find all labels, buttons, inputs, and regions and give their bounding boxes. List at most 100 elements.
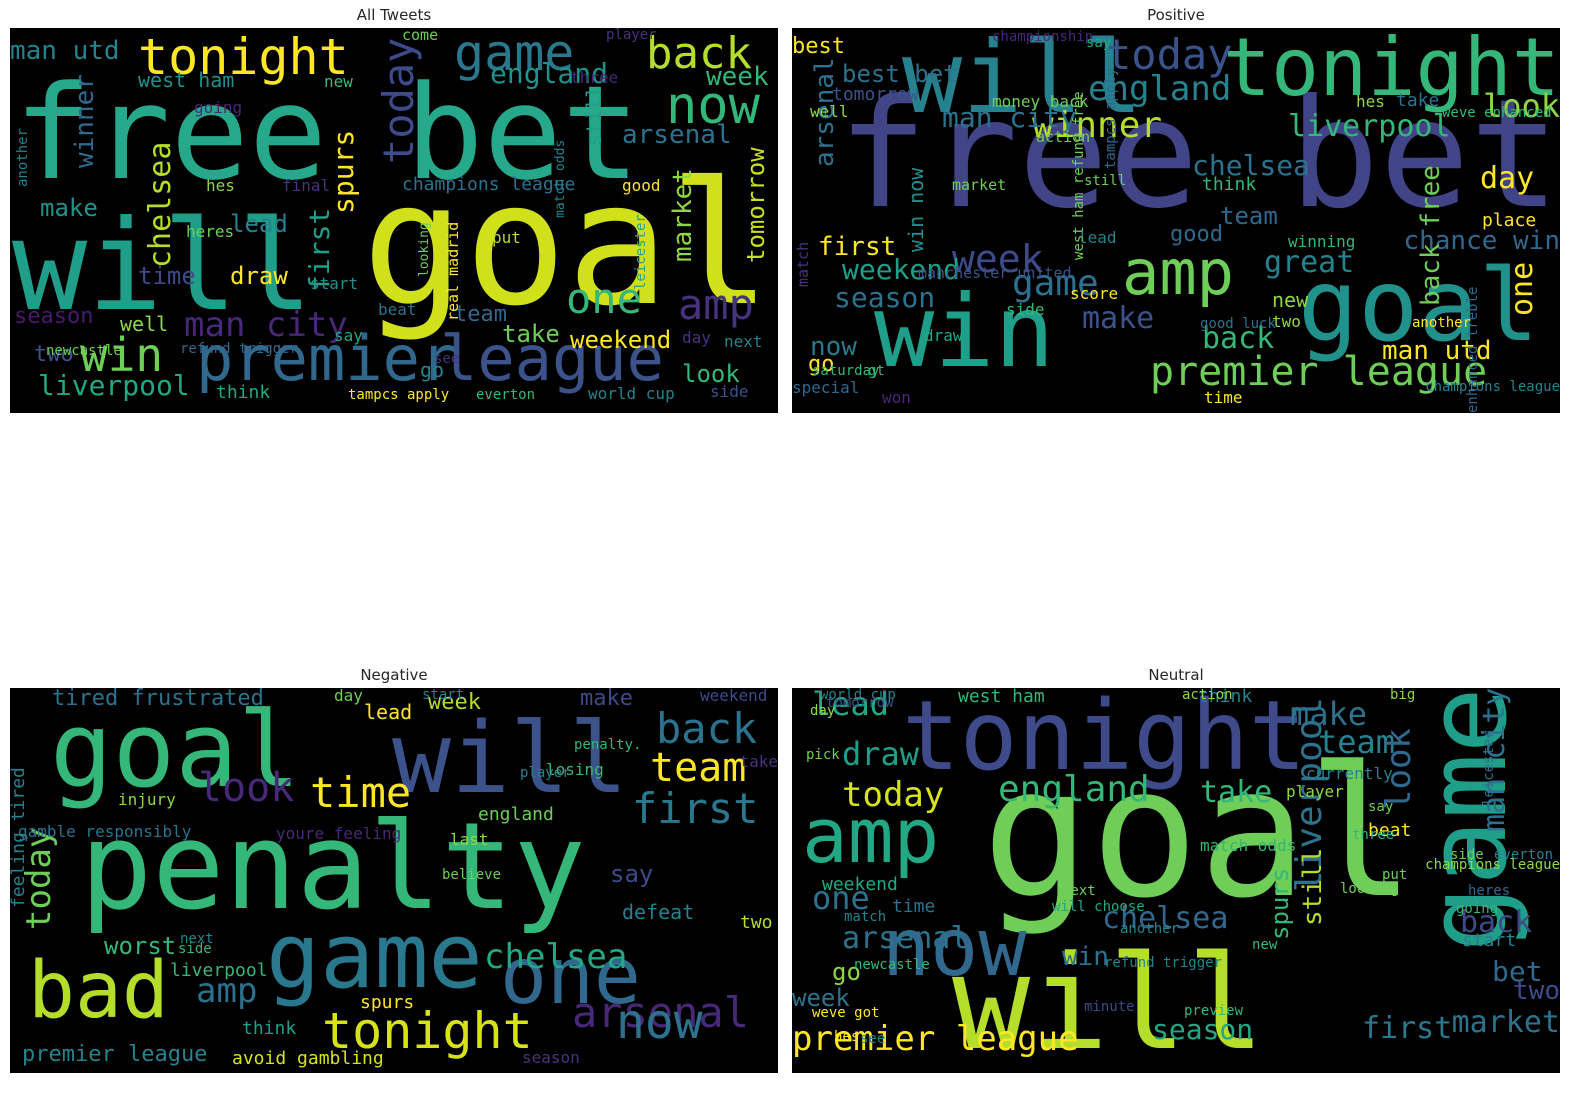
word-cloud-term: premier league — [22, 1042, 208, 1067]
word-cloud-term: market — [1451, 1005, 1560, 1040]
word-cloud: free bet win will tonight goal amp premier lea… — [792, 28, 1560, 413]
word-cloud-term: winning — [1288, 232, 1356, 251]
word-cloud-term: believe — [442, 867, 502, 883]
word-cloud-term: looking — [417, 221, 432, 277]
word-cloud-term: say — [334, 326, 363, 345]
word-cloud-term: liverpool — [170, 960, 268, 981]
panel-title: Negative — [360, 666, 428, 684]
panel-positive: Positive free bet win will tonight goal amp pr… — [792, 0, 1560, 420]
word-cloud-term: man utd — [10, 36, 120, 66]
word-cloud-term: championship — [992, 29, 1094, 45]
word-cloud-term: another — [1120, 921, 1180, 937]
word-cloud-term: new — [324, 72, 353, 91]
word-cloud-term: season — [14, 304, 94, 329]
word-cloud-term: best — [792, 34, 845, 59]
word-cloud-term: everton — [476, 387, 536, 403]
word-cloud-term: day — [1480, 161, 1535, 196]
word-cloud-term: world cup — [820, 688, 896, 703]
word-cloud-term: player — [520, 765, 571, 781]
word-cloud-term: saturday — [812, 363, 880, 379]
word-cloud-term: still — [582, 85, 606, 146]
word-cloud-term: tomorrow — [742, 147, 770, 264]
word-cloud-term: final — [282, 176, 331, 195]
word-cloud-term: next — [724, 332, 763, 351]
word-cloud-term: worst — [104, 932, 177, 960]
word-cloud-term: well — [120, 312, 169, 336]
word-cloud-term: looking — [1340, 881, 1400, 897]
word-cloud-term: newcastle — [46, 343, 122, 359]
word-cloud-term: big — [1390, 688, 1416, 703]
word-cloud-term: weekend — [570, 326, 672, 354]
word-cloud-term: say — [1368, 799, 1394, 815]
word-cloud-term: minute — [1084, 999, 1135, 1015]
word-cloud-term: week — [706, 62, 769, 92]
word-cloud-term: time — [138, 262, 196, 290]
word-cloud-term: bad — [28, 946, 169, 1036]
word-cloud-term: weve enhanced — [1442, 105, 1552, 121]
word-cloud-term: time — [892, 896, 936, 917]
word-cloud-term: west ham refund free — [1071, 91, 1087, 260]
word-cloud-term: tired frustrated — [52, 688, 264, 711]
word-cloud-term: weekend — [822, 874, 898, 895]
word-cloud-term: season — [522, 1048, 580, 1067]
word-cloud-term: manchester united — [918, 264, 1072, 282]
panel-title: All Tweets — [356, 6, 432, 24]
word-cloud-term: world cup — [588, 384, 675, 403]
word-cloud-term: avoid gambling — [232, 1048, 384, 1069]
word-cloud-term: side — [710, 382, 749, 401]
word-cloud-term: another — [15, 127, 31, 187]
word-cloud-term: take — [1396, 90, 1440, 111]
word-cloud-term: injury — [118, 790, 176, 809]
word-cloud-term: defeat — [622, 900, 695, 924]
word-cloud-term: two — [1272, 312, 1301, 331]
word-cloud-term: win — [1062, 942, 1109, 972]
word-cloud-term: amp — [1122, 236, 1234, 309]
word-cloud-term: see — [434, 351, 460, 367]
word-cloud-term: good luck — [1200, 316, 1276, 332]
word-cloud-term: hes — [1356, 92, 1385, 111]
word-cloud-term: new — [1272, 288, 1309, 312]
word-cloud-term: lead — [364, 700, 413, 724]
word-cloud-term: three — [1352, 827, 1395, 843]
word-cloud-term: put — [1382, 867, 1408, 883]
word-cloud: goal free bet will premier league tonight game… — [10, 28, 778, 413]
word-cloud-term: say — [610, 860, 654, 888]
word-cloud-term: chelsea — [143, 141, 178, 268]
word-cloud-term: time — [1204, 388, 1243, 407]
word-cloud-term: start — [422, 688, 465, 703]
word-cloud-term: first — [818, 232, 897, 262]
word-cloud-term: match odds — [1200, 836, 1297, 855]
word-cloud-term: spurs — [360, 992, 415, 1013]
word-cloud-term: beat — [378, 300, 417, 319]
word-cloud-term: weve got — [812, 1005, 880, 1021]
word-cloud-term: newcastle — [854, 957, 930, 973]
word-cloud-term: take — [502, 320, 560, 348]
word-cloud-term: chelsea — [484, 937, 628, 977]
word-cloud-term: feeling tired — [10, 767, 29, 909]
word-cloud-term: player — [606, 28, 657, 43]
word-cloud-term: match — [794, 241, 812, 287]
word-cloud-term: man city — [184, 305, 348, 345]
word-cloud-term: come — [402, 28, 439, 44]
word-cloud-term: next — [1062, 883, 1096, 899]
word-cloud-term: west ham — [958, 688, 1045, 707]
word-cloud-term: three — [570, 68, 619, 87]
word-cloud-term: west ham — [138, 68, 235, 92]
word-cloud-term: special — [792, 378, 860, 397]
panel-neutral: Neutral goal will tonight game amp now premier… — [792, 660, 1560, 1080]
word-cloud-term: think — [242, 1018, 297, 1039]
word-cloud-term: another — [1412, 315, 1472, 331]
word-cloud-term: england — [478, 804, 554, 825]
word-cloud-term: market — [668, 167, 698, 262]
word-cloud-term: game — [266, 904, 483, 1009]
word-cloud-term: one — [1505, 261, 1540, 316]
word-cloud-term: look — [198, 765, 295, 811]
word-cloud-term: still — [1084, 173, 1127, 189]
word-cloud-term: arsenal — [842, 921, 969, 956]
word-cloud-term: match odds — [553, 139, 568, 218]
word-cloud-term: action — [1182, 688, 1233, 703]
word-cloud-term: good — [1170, 222, 1223, 247]
word-cloud: goal will tonight game amp now premier league t… — [792, 688, 1560, 1073]
word-cloud-term: team — [650, 745, 747, 791]
word-cloud-term: back free — [1416, 165, 1446, 307]
